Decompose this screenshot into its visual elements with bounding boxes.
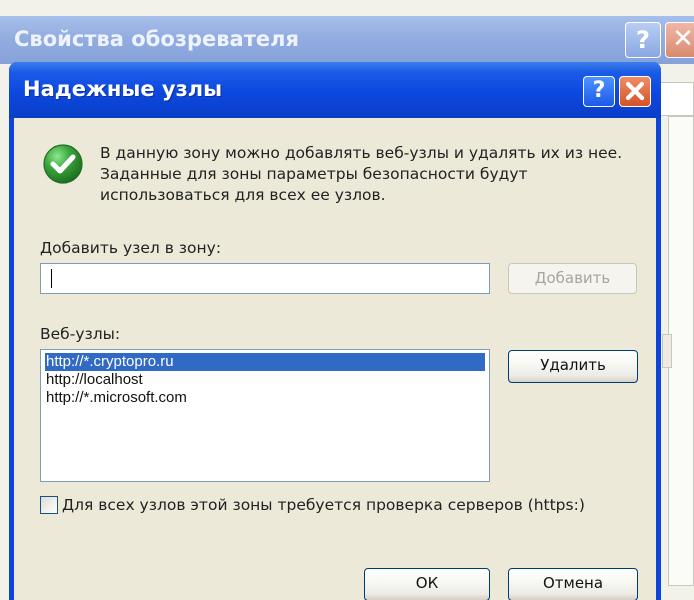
background-window-title: Свойства обозревателя (14, 27, 299, 51)
web-site-item-cryptopro[interactable]: http://*.cryptopro.ru (45, 353, 485, 371)
add-site-input[interactable] (40, 263, 490, 294)
text-caret (51, 269, 52, 288)
add-site-button[interactable]: Добавить (508, 263, 637, 294)
add-site-label: Добавить узел в зону: (40, 239, 222, 257)
info-description: В данную зону можно добавлять веб-узлы и… (100, 144, 623, 204)
success-check-icon (43, 144, 83, 184)
remove-button[interactable]: Удалить (508, 350, 638, 383)
help-button[interactable]: ? (583, 76, 615, 107)
web-sites-listbox[interactable]: http://*.cryptopro.ru http://localhost h… (40, 349, 490, 482)
background-help-icon: ? (636, 26, 650, 54)
background-button-edge (662, 334, 672, 368)
cancel-button[interactable]: Отмена (508, 568, 638, 600)
screen: Свойства обозревателя ? ✕ Надежные узлы … (0, 0, 694, 600)
web-sites-label: Веб-узлы: (40, 325, 121, 343)
ok-button[interactable]: ОК (364, 568, 490, 600)
web-site-item-microsoft[interactable]: http://*.microsoft.com (45, 389, 485, 407)
dialog-title: Надежные узлы (23, 77, 223, 101)
background-close-icon: ✕ (672, 24, 694, 54)
background-close-button[interactable]: ✕ (665, 22, 694, 58)
web-site-item-localhost[interactable]: http://localhost (45, 371, 485, 389)
background-help-button[interactable]: ? (625, 22, 661, 58)
close-icon (625, 81, 645, 101)
background-tab-strip (657, 82, 694, 116)
trusted-sites-dialog: Надежные узлы ? В данную зону можно доба… (9, 62, 661, 600)
https-required-checkbox[interactable] (40, 496, 58, 514)
help-icon: ? (592, 78, 606, 103)
close-button[interactable] (619, 76, 651, 107)
https-required-label[interactable]: Для всех узлов этой зоны требуется прове… (62, 495, 585, 515)
